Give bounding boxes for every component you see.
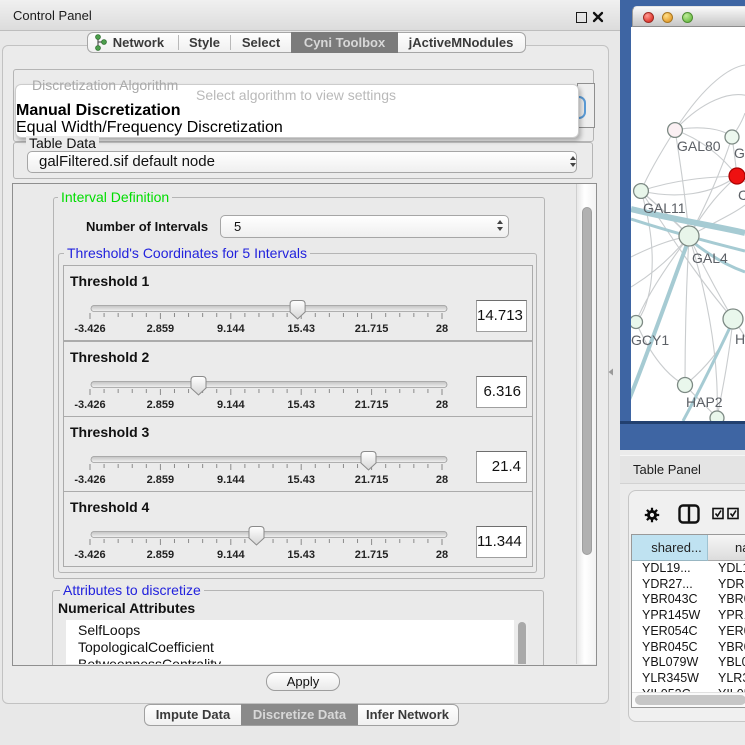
svg-text:2.859: 2.859 [147, 549, 175, 561]
svg-text:15.43: 15.43 [287, 323, 315, 335]
svg-text:GAL80: GAL80 [677, 138, 721, 154]
svg-text:C: C [738, 187, 745, 203]
svg-text:9.144: 9.144 [217, 399, 245, 411]
svg-text:GA: GA [734, 145, 745, 161]
svg-text:2.859: 2.859 [147, 474, 175, 486]
svg-text:2.859: 2.859 [147, 323, 175, 335]
svg-text:21.715: 21.715 [355, 399, 389, 411]
svg-text:-3.426: -3.426 [74, 399, 105, 411]
svg-text:H: H [735, 331, 745, 347]
svg-text:GAL4: GAL4 [692, 250, 728, 266]
svg-text:21.715: 21.715 [355, 474, 389, 486]
svg-text:-3.426: -3.426 [74, 323, 105, 335]
svg-text:-3.426: -3.426 [74, 549, 105, 561]
svg-text:15.43: 15.43 [287, 549, 315, 561]
svg-text:15.43: 15.43 [287, 474, 315, 486]
svg-text:21.715: 21.715 [355, 549, 389, 561]
svg-text:9.144: 9.144 [217, 474, 245, 486]
svg-text:21.715: 21.715 [355, 323, 389, 335]
svg-text:28: 28 [436, 549, 448, 561]
svg-text:9.144: 9.144 [217, 323, 245, 335]
svg-text:9.144: 9.144 [217, 549, 245, 561]
svg-text:GAL11: GAL11 [643, 200, 686, 216]
svg-text:28: 28 [436, 399, 448, 411]
svg-text:28: 28 [436, 323, 448, 335]
svg-text:15.43: 15.43 [287, 399, 315, 411]
svg-text:2.859: 2.859 [147, 399, 175, 411]
svg-text:28: 28 [436, 474, 448, 486]
svg-text:-3.426: -3.426 [74, 474, 105, 486]
svg-text:HAP2: HAP2 [686, 394, 723, 410]
svg-text:GCY1: GCY1 [631, 332, 669, 348]
